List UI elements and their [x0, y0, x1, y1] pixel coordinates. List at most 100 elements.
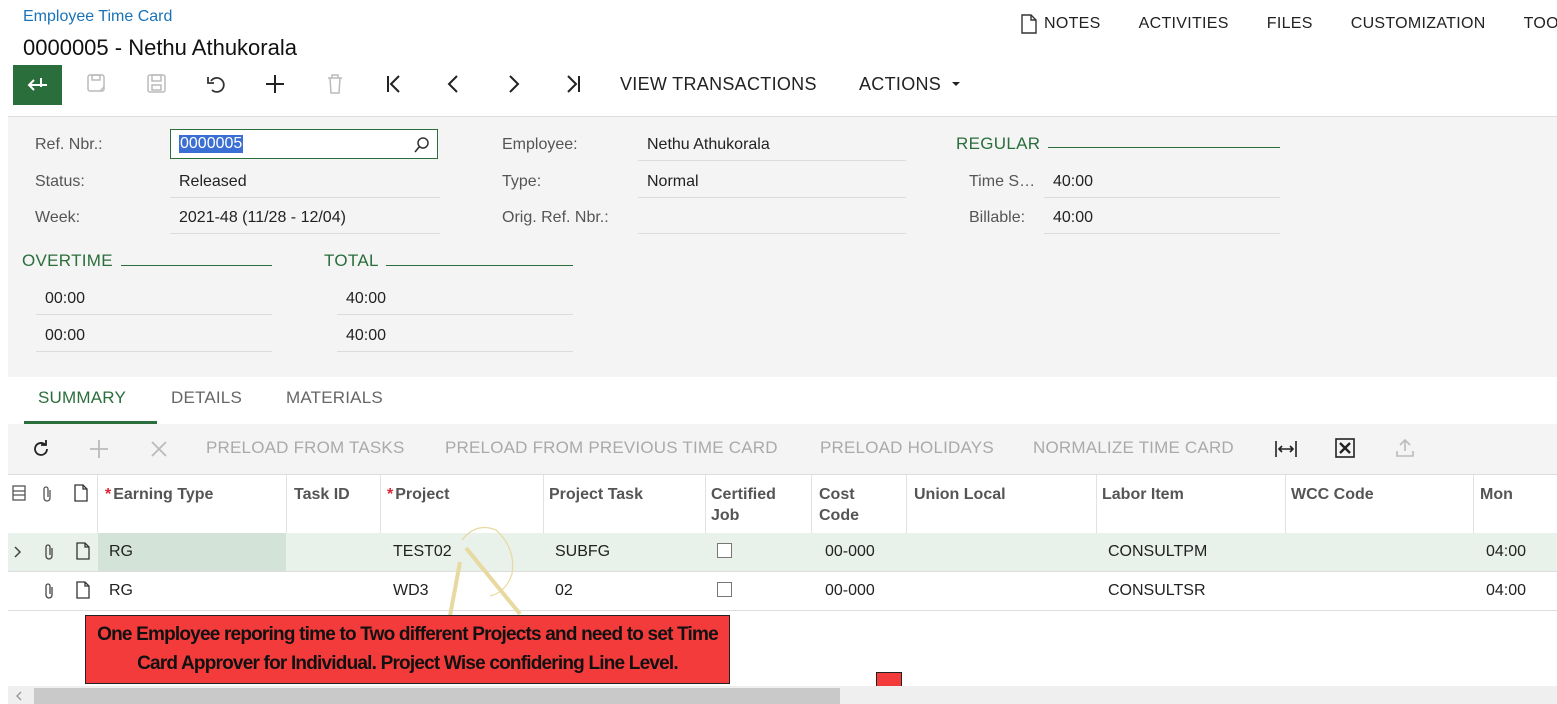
total-section-title: TOTAL	[324, 251, 379, 270]
last-record-button[interactable]	[560, 62, 586, 106]
employee-label: Employee:	[502, 136, 578, 153]
tab-bar: SUMMARY DETAILS MATERIALS	[8, 376, 1557, 425]
grid-toolbar: PRELOAD FROM TASKS PRELOAD FROM PREVIOUS…	[8, 424, 1557, 474]
scroll-left-icon[interactable]	[14, 690, 24, 702]
customization-link[interactable]: CUSTOMIZATION	[1351, 14, 1486, 34]
chevron-left-icon	[447, 75, 458, 93]
ref-nbr-input[interactable]: 0000005	[170, 129, 438, 159]
employee-field[interactable]: Nethu Athukorala	[638, 129, 906, 161]
col-project-task[interactable]: Project Task	[549, 484, 643, 505]
refresh-icon[interactable]	[30, 438, 52, 460]
note-icon[interactable]	[76, 542, 90, 560]
cell-cost-code[interactable]: 00-000	[825, 543, 875, 561]
cell-mon[interactable]: 04:00	[1486, 543, 1526, 561]
col-mon[interactable]: Mon	[1480, 484, 1513, 505]
week-label: Week:	[35, 209, 81, 226]
scrollbar-thumb[interactable]	[34, 688, 840, 704]
add-button[interactable]	[262, 62, 288, 106]
view-transactions-button[interactable]: VIEW TRANSACTIONS	[620, 62, 817, 106]
col-task-id[interactable]: Task ID	[294, 484, 350, 505]
cell-project-task[interactable]: 02	[555, 582, 573, 600]
tab-details[interactable]: DETAILS	[171, 388, 242, 408]
top-links: NOTES ACTIVITIES FILES CUSTOMIZATION TOO…	[1020, 14, 1557, 34]
col-wcc-code[interactable]: WCC Code	[1291, 484, 1374, 505]
cell-project[interactable]: WD3	[393, 582, 429, 600]
note-icon[interactable]	[76, 581, 90, 599]
cell-cost-code[interactable]: 00-000	[825, 582, 875, 600]
save-close-button[interactable]	[84, 62, 110, 106]
cell-certified-checkbox[interactable]	[717, 582, 732, 597]
annotation-callout: One Employee reporing time to Two differ…	[85, 615, 730, 684]
col-union-local[interactable]: Union Local	[914, 484, 1006, 505]
note-icon	[74, 484, 88, 502]
attachment-icon[interactable]	[42, 543, 56, 561]
tab-materials[interactable]: MATERIALS	[286, 388, 383, 408]
search-icon[interactable]	[413, 136, 431, 154]
cell-mon[interactable]: 04:00	[1486, 582, 1526, 600]
col-certified-job[interactable]: Certified Job	[711, 484, 776, 526]
overtime-section-line	[121, 265, 272, 266]
fit-columns-icon[interactable]	[1274, 438, 1298, 460]
cell-earning-type[interactable]: RG	[109, 543, 133, 561]
undo-button[interactable]	[203, 62, 229, 106]
regular-section-line	[1048, 147, 1280, 148]
col-labor-item[interactable]: Labor Item	[1102, 484, 1184, 505]
grid-header: * Earning Type Task ID * Project Project T…	[8, 474, 1557, 534]
tab-summary[interactable]: SUMMARY	[38, 388, 126, 408]
caret-down-icon	[952, 82, 961, 86]
add-row-icon[interactable]	[88, 438, 110, 460]
attachment-icon	[43, 486, 51, 502]
save-close-icon	[87, 74, 105, 92]
col-cost-code[interactable]: Cost Code	[819, 484, 859, 526]
actions-label: ACTIONS	[859, 73, 942, 94]
excel-export-icon[interactable]	[1334, 437, 1356, 459]
chevron-right-icon	[509, 75, 520, 93]
tools-link[interactable]: TOOI	[1524, 14, 1557, 34]
preload-from-previous-button[interactable]: PRELOAD FROM PREVIOUS TIME CARD	[445, 438, 778, 458]
total-value-2: 40:00	[337, 320, 573, 352]
prev-record-button[interactable]	[441, 62, 467, 106]
ref-nbr-value: 0000005	[179, 135, 244, 153]
first-icon	[387, 75, 400, 93]
back-button[interactable]	[13, 65, 62, 105]
cell-earning-type[interactable]: RG	[109, 582, 133, 600]
first-record-button[interactable]	[381, 62, 407, 106]
trash-icon	[328, 74, 342, 94]
activities-link[interactable]: ACTIVITIES	[1139, 14, 1229, 34]
time-spent-label: Time S…	[969, 173, 1036, 190]
preload-holidays-button[interactable]: PRELOAD HOLIDAYS	[820, 438, 994, 458]
cell-labor-item[interactable]: CONSULTPM	[1108, 543, 1207, 561]
col-earning-type[interactable]: * Earning Type	[105, 484, 213, 505]
next-record-button[interactable]	[500, 62, 526, 106]
row-selector-icon[interactable]	[12, 485, 26, 501]
status-value: Released	[170, 166, 440, 198]
main-toolbar: VIEW TRANSACTIONS ACTIONS	[0, 62, 1557, 108]
overtime-value-2: 00:00	[36, 320, 272, 352]
attachment-icon[interactable]	[42, 582, 56, 600]
annotation-pointer	[448, 527, 522, 617]
normalize-time-card-button[interactable]: NORMALIZE TIME CARD	[1033, 438, 1234, 458]
cell-certified-checkbox[interactable]	[717, 543, 732, 558]
breadcrumb[interactable]: Employee Time Card	[23, 8, 172, 26]
preload-from-tasks-button[interactable]: PRELOAD FROM TASKS	[206, 438, 405, 458]
upload-icon[interactable]	[1394, 437, 1416, 459]
week-field[interactable]: 2021-48 (11/28 - 12/04)	[170, 202, 440, 234]
cell-labor-item[interactable]: CONSULTSR	[1108, 582, 1206, 600]
table-row[interactable]: RG TEST02 SUBFG 00-000 CONSULTPM 04:00	[8, 533, 1557, 572]
overtime-value-1: 00:00	[36, 283, 272, 315]
total-section-line	[386, 265, 573, 266]
actions-menu-button[interactable]: ACTIONS	[859, 62, 963, 106]
time-spent-value: 40:00	[1044, 166, 1280, 198]
files-link[interactable]: FILES	[1267, 14, 1313, 34]
col-project[interactable]: * Project	[387, 484, 449, 505]
notes-link[interactable]: NOTES	[1020, 14, 1101, 34]
save-button[interactable]	[144, 62, 170, 106]
type-label: Type:	[502, 173, 542, 190]
cell-project-task[interactable]: SUBFG	[555, 543, 610, 561]
orig-ref-nbr-field[interactable]	[638, 202, 906, 234]
delete-row-icon[interactable]	[148, 438, 170, 460]
type-field[interactable]: Normal	[638, 166, 906, 198]
overtime-section-title: OVERTIME	[22, 251, 113, 270]
table-row[interactable]: RG WD3 02 00-000 CONSULTSR 04:00	[8, 572, 1557, 611]
delete-button[interactable]	[322, 62, 348, 106]
